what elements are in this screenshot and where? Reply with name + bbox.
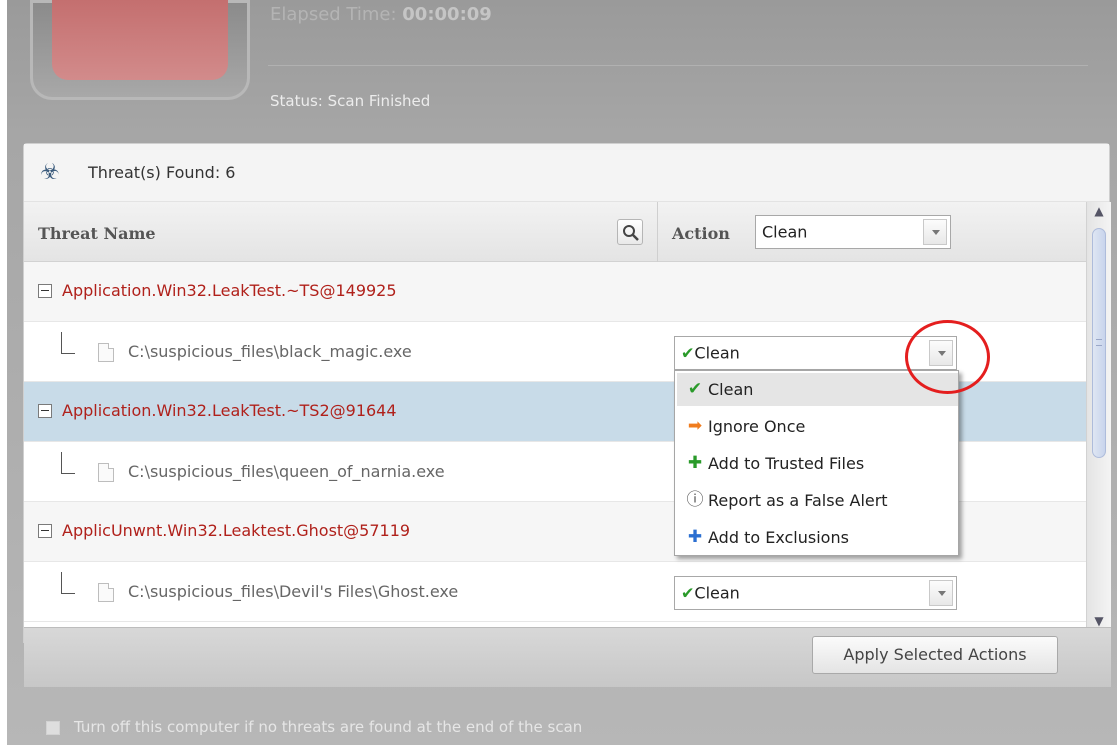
menu-item-add-exclusions[interactable]: ✚ Add to Exclusions xyxy=(677,521,958,554)
row-action-label: Clean xyxy=(694,583,740,603)
file-path: C:\suspicious_files\black_magic.exe xyxy=(128,342,412,361)
table-header: Threat Name Action Clean xyxy=(24,202,1086,262)
threats-found-title: Threat(s) Found: 6 xyxy=(88,163,236,182)
search-icon xyxy=(623,225,639,241)
tree-connector xyxy=(61,332,75,354)
grip-icon xyxy=(1096,339,1102,346)
row-action-select[interactable]: ✔Clean xyxy=(674,576,957,610)
menu-item-add-trusted[interactable]: ✚ Add to Trusted Files xyxy=(677,447,958,480)
chevron-down-icon[interactable] xyxy=(923,219,947,245)
action-column: Action xyxy=(672,224,730,243)
action-all-value: Clean xyxy=(762,222,808,242)
table-row[interactable]: Application.Win32.LeakTest.~TS@149925 xyxy=(24,262,1086,322)
file-icon xyxy=(98,343,114,362)
scan-results-window: Elapsed Time: 00:00:09 Status: Scan Fini… xyxy=(0,0,1117,745)
action-dropdown-menu: ✔ Clean ➡ Ignore Once ✚ Add to Trusted F… xyxy=(674,370,959,556)
file-icon xyxy=(98,463,114,482)
elapsed-value: 00:00:09 xyxy=(402,4,492,25)
plus-icon: ✚ xyxy=(687,527,703,547)
threats-header: ☣ Threat(s) Found: 6 xyxy=(24,144,1109,202)
collapse-icon[interactable] xyxy=(38,404,52,418)
scroll-thumb[interactable] xyxy=(1092,228,1106,458)
window-edge xyxy=(0,0,7,745)
check-icon: ✔ xyxy=(687,379,703,399)
scroll-up-icon[interactable]: ▲ xyxy=(1090,204,1108,222)
collapse-icon[interactable] xyxy=(38,284,52,298)
row-action-label: Clean xyxy=(694,343,740,363)
menu-item-label: Report as a False Alert xyxy=(708,491,888,510)
menu-item-label: Clean xyxy=(708,380,754,399)
check-icon: ✔ xyxy=(681,583,695,603)
annotation-circle xyxy=(905,320,990,394)
scan-status: Status: Scan Finished xyxy=(270,92,431,110)
row-action-value: ✔Clean xyxy=(681,344,740,363)
apply-selected-actions-button[interactable]: Apply Selected Actions xyxy=(812,636,1058,674)
chevron-down-icon[interactable] xyxy=(929,580,953,606)
file-path: C:\suspicious_files\Devil's Files\Ghost.… xyxy=(128,582,459,601)
shutdown-label: Turn off this computer if no threats are… xyxy=(74,718,583,736)
file-path: C:\suspicious_files\queen_of_narnia.exe xyxy=(128,462,445,481)
menu-item-label: Add to Exclusions xyxy=(708,528,849,547)
threat-name-column[interactable]: Threat Name xyxy=(38,224,156,243)
info-icon: ⓘ xyxy=(686,490,704,510)
threat-name: ApplicUnwnt.Win32.Leaktest.Ghost@57119 xyxy=(62,521,411,540)
elapsed-label: Elapsed Time: xyxy=(270,4,397,25)
check-icon: ✔ xyxy=(681,343,695,363)
shutdown-checkbox[interactable] xyxy=(46,720,60,735)
column-divider xyxy=(657,202,658,262)
threat-name: Application.Win32.LeakTest.~TS2@91644 xyxy=(62,401,397,420)
shutdown-option[interactable]: Turn off this computer if no threats are… xyxy=(46,718,582,736)
threat-name: Application.Win32.LeakTest.~TS@149925 xyxy=(62,281,397,300)
menu-item-label: Ignore Once xyxy=(708,417,806,436)
table-row[interactable]: C:\suspicious_files\Devil's Files\Ghost.… xyxy=(24,562,1086,622)
biohazard-icon: ☣ xyxy=(40,160,60,185)
menu-item-label: Add to Trusted Files xyxy=(708,454,865,473)
row-action-value: ✔Clean xyxy=(681,584,740,603)
search-button[interactable] xyxy=(617,219,643,245)
vertical-scrollbar[interactable]: ▲ ▼ xyxy=(1086,202,1111,634)
plus-icon: ✚ xyxy=(687,453,703,473)
tree-connector xyxy=(61,572,75,594)
menu-item-ignore-once[interactable]: ➡ Ignore Once xyxy=(677,410,958,443)
collapse-icon[interactable] xyxy=(38,524,52,538)
action-all-select[interactable]: Clean xyxy=(755,215,951,249)
biohazard-logo-icon xyxy=(52,0,228,80)
scan-logo xyxy=(30,0,250,100)
arrow-right-icon: ➡ xyxy=(687,416,703,436)
tree-connector xyxy=(61,452,75,474)
elapsed-time: Elapsed Time: 00:00:09 xyxy=(270,4,492,25)
header-divider xyxy=(268,65,1088,66)
menu-item-report-false-alert[interactable]: ⓘ Report as a False Alert xyxy=(677,484,958,517)
file-icon xyxy=(98,583,114,602)
